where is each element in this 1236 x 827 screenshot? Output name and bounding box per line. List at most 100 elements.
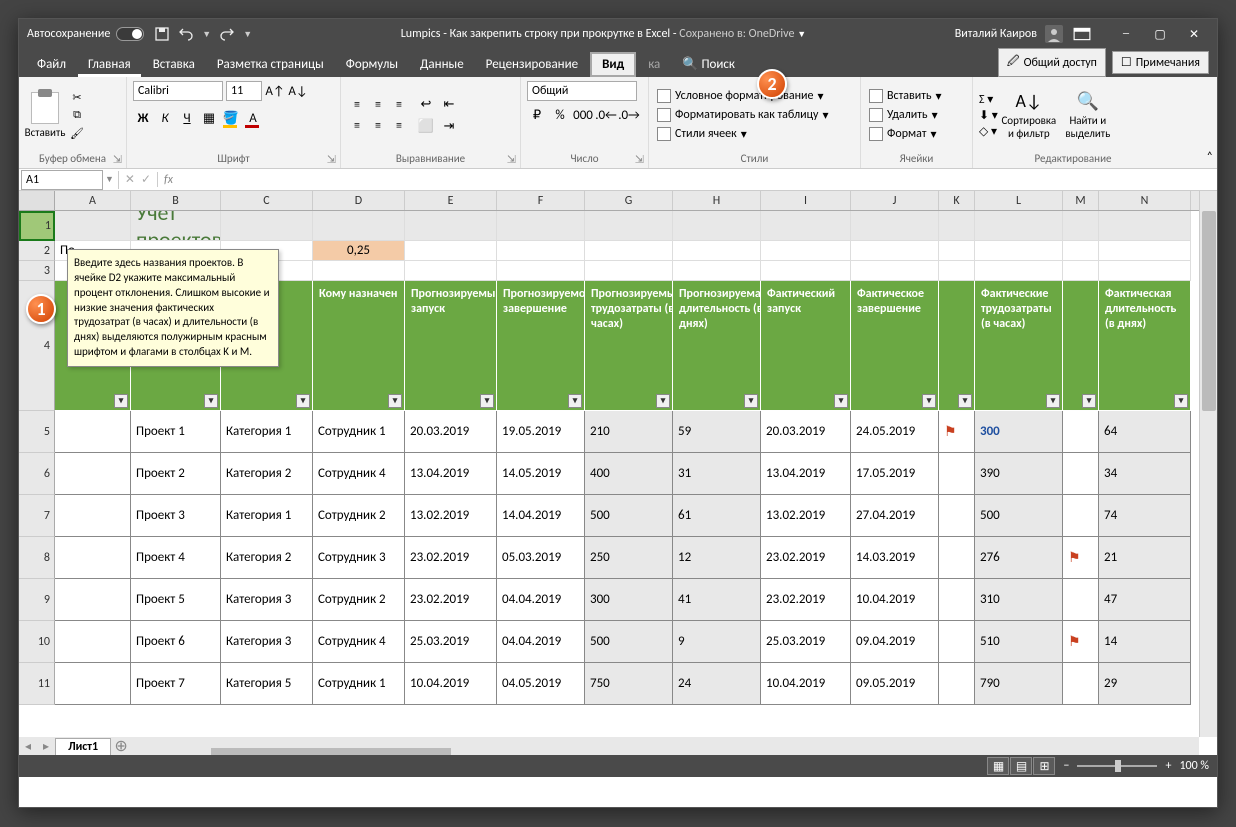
- data-cell[interactable]: 25.03.2019: [761, 621, 851, 663]
- cell[interactable]: [585, 261, 673, 281]
- cell[interactable]: [761, 211, 851, 241]
- data-cell[interactable]: 20.03.2019: [405, 411, 497, 453]
- collapse-ribbon-icon[interactable]: ˄: [1207, 150, 1213, 164]
- data-cell[interactable]: Категория 3: [221, 579, 313, 621]
- data-cell[interactable]: 20.03.2019: [761, 411, 851, 453]
- data-cell[interactable]: 250: [585, 537, 673, 579]
- indent-decrease-icon[interactable]: ⇤: [439, 94, 459, 114]
- flag-cell[interactable]: [939, 621, 975, 663]
- data-cell[interactable]: Проект 1: [131, 411, 221, 453]
- cell[interactable]: [1099, 261, 1191, 281]
- row-header[interactable]: 5: [19, 411, 55, 453]
- data-cell[interactable]: 13.02.2019: [405, 495, 497, 537]
- cut-icon[interactable]: ✂: [68, 89, 86, 105]
- column-headers[interactable]: ABCDEFGHIJKLMN: [19, 191, 1199, 211]
- decimal-dec-icon[interactable]: .0→: [619, 105, 639, 125]
- data-cell[interactable]: 390: [975, 453, 1063, 495]
- table-header[interactable]: Прогнозируемый запуск▾: [405, 281, 497, 411]
- flag-cell[interactable]: [1063, 495, 1099, 537]
- data-cell[interactable]: 31: [673, 453, 761, 495]
- data-cell[interactable]: Категория 1: [221, 411, 313, 453]
- fill-icon[interactable]: ⬇ ▾: [979, 108, 998, 123]
- cell[interactable]: [761, 261, 851, 281]
- tab-view[interactable]: Вид: [590, 52, 636, 77]
- tab-home[interactable]: Главная: [78, 52, 141, 77]
- zoom-slider[interactable]: [1077, 765, 1157, 767]
- italic-button[interactable]: К: [155, 108, 175, 128]
- save-icon[interactable]: [154, 26, 170, 42]
- filter-icon[interactable]: ▾: [958, 394, 972, 408]
- row-header[interactable]: 9: [19, 579, 55, 621]
- table-header[interactable]: Фактический запуск▾: [761, 281, 851, 411]
- data-cell[interactable]: 510: [975, 621, 1063, 663]
- data-cell[interactable]: 19.05.2019: [497, 411, 585, 453]
- font-name-combo[interactable]: Calibri: [133, 81, 223, 101]
- cell[interactable]: [975, 261, 1063, 281]
- data-cell[interactable]: 9: [673, 621, 761, 663]
- col-header-L[interactable]: L: [975, 191, 1063, 210]
- data-cell[interactable]: Сотрудник 4: [313, 453, 405, 495]
- tab-formulas[interactable]: Формулы: [336, 52, 408, 77]
- col-header-A[interactable]: A: [55, 191, 131, 210]
- copy-icon[interactable]: ⧉: [68, 107, 86, 123]
- alignment-grid[interactable]: ≡≡≡ ≡≡≡: [347, 95, 409, 136]
- data-cell[interactable]: 14: [1099, 621, 1191, 663]
- col-header-D[interactable]: D: [313, 191, 405, 210]
- row-header[interactable]: 1: [19, 211, 55, 241]
- data-cell[interactable]: 13.04.2019: [761, 453, 851, 495]
- cell[interactable]: [497, 211, 585, 241]
- data-cell[interactable]: [55, 411, 131, 453]
- data-cell[interactable]: [55, 579, 131, 621]
- data-cell[interactable]: 34: [1099, 453, 1191, 495]
- col-header-H[interactable]: H: [673, 191, 761, 210]
- delete-cells-button[interactable]: Удалить ▾: [867, 107, 944, 124]
- cell-styles-button[interactable]: Стили ячеек ▾: [655, 126, 831, 143]
- data-cell[interactable]: 500: [975, 495, 1063, 537]
- data-cell[interactable]: 09.04.2019: [851, 621, 939, 663]
- filter-icon[interactable]: ▾: [568, 394, 582, 408]
- data-cell[interactable]: 23.02.2019: [761, 579, 851, 621]
- format-cells-button[interactable]: Формат ▾: [867, 126, 944, 143]
- wrap-text-icon[interactable]: ↩: [416, 94, 436, 114]
- data-cell[interactable]: Категория 5: [221, 663, 313, 705]
- filter-icon[interactable]: ▾: [204, 394, 218, 408]
- filter-icon[interactable]: ▾: [834, 394, 848, 408]
- table-header[interactable]: ▾: [939, 281, 975, 411]
- col-header-B[interactable]: B: [131, 191, 221, 210]
- cell[interactable]: [1099, 241, 1191, 261]
- border-button[interactable]: ▦: [199, 108, 219, 128]
- increase-font-icon[interactable]: A↑: [265, 81, 285, 101]
- flag-cell[interactable]: [1063, 579, 1099, 621]
- underline-button[interactable]: Ч: [177, 108, 197, 128]
- maximize-button[interactable]: ▢: [1145, 24, 1175, 44]
- indent-increase-icon[interactable]: ⇥: [439, 116, 459, 136]
- data-cell[interactable]: 14.04.2019: [497, 495, 585, 537]
- cell[interactable]: [1063, 211, 1099, 241]
- cell[interactable]: [55, 211, 131, 241]
- format-as-table-button[interactable]: Форматировать как таблицу ▾: [655, 107, 831, 124]
- autosum-icon[interactable]: Σ ▾: [979, 92, 998, 107]
- percent-icon[interactable]: %: [550, 105, 570, 125]
- zoom-in-icon[interactable]: +: [1165, 759, 1171, 773]
- data-cell[interactable]: 14.03.2019: [851, 537, 939, 579]
- data-cell[interactable]: [55, 537, 131, 579]
- cell[interactable]: [975, 241, 1063, 261]
- cell[interactable]: [313, 261, 405, 281]
- bold-button[interactable]: Ж: [133, 108, 153, 128]
- number-format-combo[interactable]: Общий: [527, 81, 637, 101]
- merge-icon[interactable]: ⬜: [416, 116, 436, 136]
- data-cell[interactable]: 64: [1099, 411, 1191, 453]
- cell[interactable]: [851, 211, 939, 241]
- row-header[interactable]: 8: [19, 537, 55, 579]
- cell[interactable]: [585, 241, 673, 261]
- data-cell[interactable]: 17.05.2019: [851, 453, 939, 495]
- row-header[interactable]: 6: [19, 453, 55, 495]
- col-header-J[interactable]: J: [851, 191, 939, 210]
- table-header[interactable]: Фактическое завершение▾: [851, 281, 939, 411]
- data-cell[interactable]: 09.05.2019: [851, 663, 939, 705]
- table-header[interactable]: Прогнозируемые трудозатраты (в часах)▾: [585, 281, 673, 411]
- cancel-formula-icon[interactable]: ✕: [125, 172, 135, 187]
- minimize-button[interactable]: ─: [1111, 24, 1141, 44]
- format-painter-icon[interactable]: 🖌: [68, 125, 86, 141]
- tab-insert[interactable]: Вставка: [143, 52, 205, 77]
